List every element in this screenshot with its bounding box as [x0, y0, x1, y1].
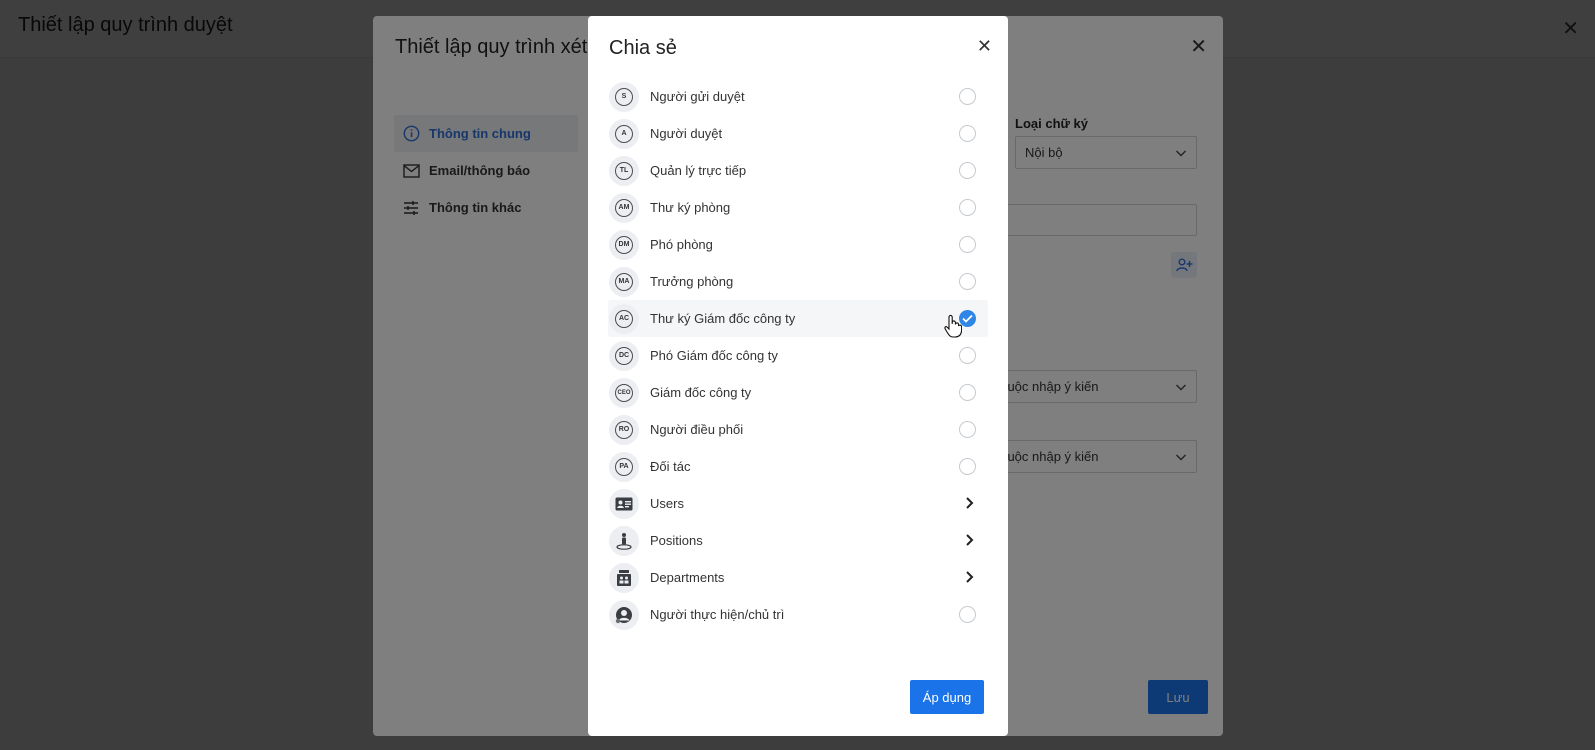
- radio-button[interactable]: [959, 236, 976, 253]
- role-badge-icon: DC: [609, 340, 639, 371]
- share-option-direct-manager[interactable]: TL Quản lý trực tiếp: [608, 152, 988, 189]
- role-badge-icon: CEO: [609, 377, 639, 408]
- position-person-icon: [609, 525, 639, 556]
- share-option-ceo-secretary[interactable]: AC Thư ký Giám đốc công ty: [608, 300, 988, 338]
- department-icon: [609, 562, 639, 593]
- close-icon[interactable]: ✕: [977, 36, 992, 57]
- role-badge-icon: AM: [609, 192, 639, 223]
- share-dialog: Chia sẻ ✕ S Người gửi duyệt A Người duyệ…: [588, 16, 1008, 736]
- id-card-icon: [609, 488, 639, 519]
- radio-button[interactable]: [959, 88, 976, 105]
- role-badge-icon: RO: [609, 414, 639, 445]
- option-label: Người điều phối: [650, 422, 744, 437]
- share-option-coordinator[interactable]: RO Người điều phối: [608, 411, 988, 448]
- option-label: Thư ký Giám đốc công ty: [650, 311, 796, 326]
- share-option-deputy-head[interactable]: DM Phó phòng: [608, 226, 988, 263]
- share-option-ceo[interactable]: CEO Giám đốc công ty: [608, 374, 988, 411]
- checkmark-icon: [962, 314, 973, 323]
- share-option-dept-secretary[interactable]: AM Thư ký phòng: [608, 189, 988, 226]
- share-list: S Người gửi duyệt A Người duyệt TL Quản …: [608, 78, 988, 633]
- dialog-title: Chia sẻ: [609, 37, 677, 59]
- radio-button[interactable]: [959, 384, 976, 401]
- radio-button[interactable]: [959, 273, 976, 290]
- option-label: Quản lý trực tiếp: [650, 163, 747, 178]
- option-label: Người duyệt: [650, 126, 723, 141]
- option-label: Phó Giám đốc công ty: [650, 348, 778, 363]
- user-circle-icon: [609, 599, 639, 630]
- option-label: Departments: [650, 570, 725, 585]
- radio-button[interactable]: [959, 347, 976, 364]
- role-badge-icon: PA: [609, 451, 639, 482]
- share-option-deputy-ceo[interactable]: DC Phó Giám đốc công ty: [608, 337, 988, 374]
- role-badge-icon: DM: [609, 229, 639, 260]
- share-option-positions[interactable]: Positions: [608, 522, 988, 559]
- radio-button-checked[interactable]: [959, 310, 976, 327]
- role-badge-icon: AC: [609, 303, 639, 334]
- option-label: Trưởng phòng: [650, 274, 734, 289]
- share-option-departments[interactable]: Departments: [608, 559, 988, 596]
- chevron-right-icon: [966, 534, 974, 546]
- option-label: Người thực hiện/chủ trì: [650, 607, 785, 622]
- radio-button[interactable]: [959, 199, 976, 216]
- option-label: Giám đốc công ty: [650, 385, 752, 400]
- radio-button[interactable]: [959, 421, 976, 438]
- chevron-right-icon: [966, 497, 974, 509]
- share-option-executor[interactable]: Người thực hiện/chủ trì: [608, 596, 988, 633]
- share-option-dept-head[interactable]: MA Trưởng phòng: [608, 263, 988, 300]
- radio-button[interactable]: [959, 458, 976, 475]
- role-badge-icon: MA: [609, 266, 639, 297]
- apply-button[interactable]: Áp dụng: [910, 680, 984, 714]
- radio-button[interactable]: [959, 606, 976, 623]
- role-badge-icon: S: [609, 81, 639, 112]
- radio-button[interactable]: [959, 162, 976, 179]
- share-option-sender[interactable]: S Người gửi duyệt: [608, 78, 988, 115]
- option-label: Users: [650, 496, 684, 511]
- share-option-users[interactable]: Users: [608, 485, 988, 522]
- role-badge-icon: A: [609, 118, 639, 149]
- share-option-partner[interactable]: PA Đối tác: [608, 448, 988, 485]
- share-option-approver[interactable]: A Người duyệt: [608, 115, 988, 152]
- role-badge-icon: TL: [609, 155, 639, 186]
- option-label: Thư ký phòng: [650, 200, 731, 215]
- option-label: Đối tác: [650, 459, 691, 474]
- chevron-right-icon: [966, 571, 974, 583]
- radio-button[interactable]: [959, 125, 976, 142]
- option-label: Người gửi duyệt: [650, 89, 745, 104]
- option-label: Positions: [650, 533, 703, 548]
- option-label: Phó phòng: [650, 237, 713, 252]
